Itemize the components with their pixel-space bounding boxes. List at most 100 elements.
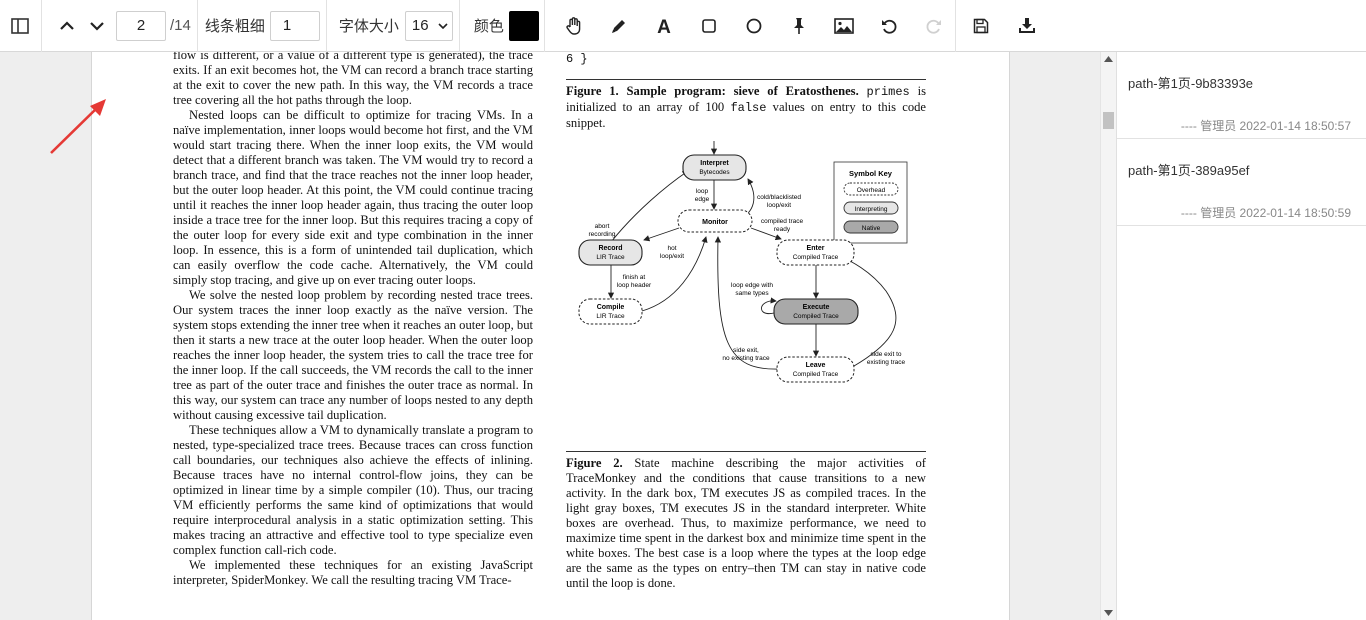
pencil-icon[interactable]: [604, 11, 634, 41]
node-compile-title: Compile: [597, 304, 625, 311]
label-abort-2: recording: [588, 231, 615, 238]
key-native-label: Native: [862, 225, 881, 232]
node-leave-title: Leave: [806, 362, 826, 369]
rectangle-icon[interactable]: [694, 11, 724, 41]
paragraph: flow is different, or a value of a diffe…: [173, 52, 533, 107]
node-record-title: Record: [598, 245, 622, 252]
pdf-page: flow is different, or a value of a diffe…: [91, 52, 1010, 620]
label-hot-2: loop/exit: [660, 253, 684, 260]
label-finish-2: loop header: [617, 282, 652, 289]
font-size-value: 16: [411, 17, 429, 34]
label-side-exit: side exit,: [733, 347, 759, 354]
note-meta: ---- 管理员 2022-01-14 18:50:57: [1180, 119, 1351, 133]
pin-icon[interactable]: [784, 11, 814, 41]
figure-1-caption: Figure 1. Sample program: sieve of Erato…: [566, 84, 926, 131]
figure-1-label: Figure 1.: [566, 84, 619, 98]
node-interpret-title: Interpret: [700, 160, 729, 167]
figure-2-text: State machine describing the major activ…: [566, 456, 926, 590]
sidebar-toggle-icon[interactable]: [5, 11, 35, 41]
label-side-exit-existing-2: existing trace: [867, 359, 906, 366]
redo-icon[interactable]: [919, 11, 949, 41]
label-cold-2: loop/exit: [767, 202, 791, 209]
node-compile: [578, 298, 643, 325]
scroll-thumb[interactable]: [1103, 112, 1114, 129]
hand-icon[interactable]: [559, 11, 589, 41]
toolbar-divider: [196, 0, 198, 52]
color-picker[interactable]: [508, 10, 539, 41]
node-leave: [776, 356, 855, 383]
toolbar-divider: [543, 0, 545, 52]
right-column: 6 } Figure 1. Sample program: sieve of E…: [566, 52, 926, 591]
toolbar-divider: [41, 0, 42, 52]
label-abort: abort: [595, 223, 610, 230]
document-viewer[interactable]: flow is different, or a value of a diffe…: [0, 52, 1116, 620]
font-size-select[interactable]: 16: [404, 10, 453, 41]
annotation-arrow[interactable]: [46, 98, 112, 158]
text-icon[interactable]: A: [649, 11, 679, 41]
paragraph: We implemented these techniques for an e…: [173, 558, 533, 587]
viewer-scrollbar[interactable]: [1100, 52, 1116, 620]
edge-abort: [610, 170, 689, 243]
node-interpret-sub: Bytecodes: [699, 169, 730, 176]
node-execute-title: Execute: [803, 304, 830, 311]
note-title: path-第1页-389a95ef: [1128, 163, 1250, 178]
left-column: flow is different, or a value of a diffe…: [173, 52, 533, 588]
figure-1-title: Sample program: sieve of Eratosthenes.: [626, 84, 859, 98]
circle-icon[interactable]: [739, 11, 769, 41]
annotation-sidebar: path-第1页-9b83393e ---- 管理员 2022-01-14 18…: [1116, 52, 1366, 620]
annotation-note[interactable]: path-第1页-389a95ef ---- 管理员 2022-01-14 18…: [1117, 139, 1366, 226]
toolbar-divider: [954, 0, 956, 52]
download-icon[interactable]: [1012, 11, 1042, 41]
paragraph: These techniques allow a VM to dynamical…: [173, 423, 533, 557]
node-enter: [776, 239, 855, 266]
save-icon[interactable]: [966, 11, 996, 41]
chevron-up-icon[interactable]: [52, 11, 82, 41]
page-number-input[interactable]: [116, 10, 166, 41]
image-icon[interactable]: [829, 11, 859, 41]
node-record-sub: LIR Trace: [596, 254, 625, 261]
label-loop: loop: [696, 188, 709, 195]
state-machine-diagram: Symbol Key Overhead Interpreting Native: [578, 141, 908, 383]
toolbar-divider: [325, 0, 327, 52]
label-edge: edge: [695, 196, 710, 203]
figure-2-label: Figure 2.: [566, 456, 623, 470]
symbol-key-title: Symbol Key: [849, 169, 893, 178]
node-monitor-title: Monitor: [702, 219, 728, 226]
label-side-exit-existing: side exit to: [870, 351, 901, 358]
page-total: /14: [170, 17, 191, 34]
label-compiled-ready: compiled trace: [761, 218, 804, 225]
figure-rule: [566, 451, 926, 452]
paragraph: Nested loops can be difficult to optimiz…: [173, 108, 533, 287]
label-cold: cold/blacklisted: [757, 194, 801, 201]
code-line: 6 }: [566, 52, 588, 66]
node-enter-title: Enter: [807, 245, 825, 252]
node-enter-sub: Compiled Trace: [793, 254, 839, 261]
label-same-types: loop edge with: [731, 282, 773, 289]
annotation-note[interactable]: path-第1页-9b83393e ---- 管理员 2022-01-14 18…: [1117, 52, 1366, 139]
edge-monitor-record: [643, 227, 680, 242]
scroll-down-icon[interactable]: [1104, 610, 1113, 616]
node-compile-sub: LIR Trace: [596, 313, 625, 320]
node-execute-sub: Compiled Trace: [793, 313, 839, 320]
paragraph: We solve the nested loop problem by reco…: [173, 288, 533, 422]
label-compiled-ready-2: ready: [774, 226, 791, 233]
figure-1-code: primes: [866, 85, 910, 99]
key-overhead-label: Overhead: [857, 187, 886, 194]
note-title: path-第1页-9b83393e: [1128, 76, 1254, 91]
chevron-down-icon[interactable]: [82, 11, 112, 41]
key-interpreting-label: Interpreting: [855, 206, 888, 213]
line-width-input[interactable]: [269, 10, 320, 41]
svg-text:A: A: [657, 17, 671, 35]
undo-icon[interactable]: [874, 11, 904, 41]
label-side-exit-2: no existing trace: [722, 355, 770, 362]
node-record: [578, 239, 643, 266]
note-meta: ---- 管理员 2022-01-14 18:50:59: [1180, 206, 1351, 220]
node-interpret: [682, 154, 747, 181]
figure-2-caption: Figure 2. State machine describing the m…: [566, 456, 926, 591]
scroll-up-icon[interactable]: [1104, 56, 1113, 62]
node-execute: [773, 298, 859, 325]
figure-rule: [566, 79, 926, 80]
chevron-down-icon: [438, 22, 448, 29]
toolbar: /14 线条粗细 字体大小 16 颜色 A: [0, 0, 1366, 52]
color-label: 颜色: [473, 18, 504, 35]
